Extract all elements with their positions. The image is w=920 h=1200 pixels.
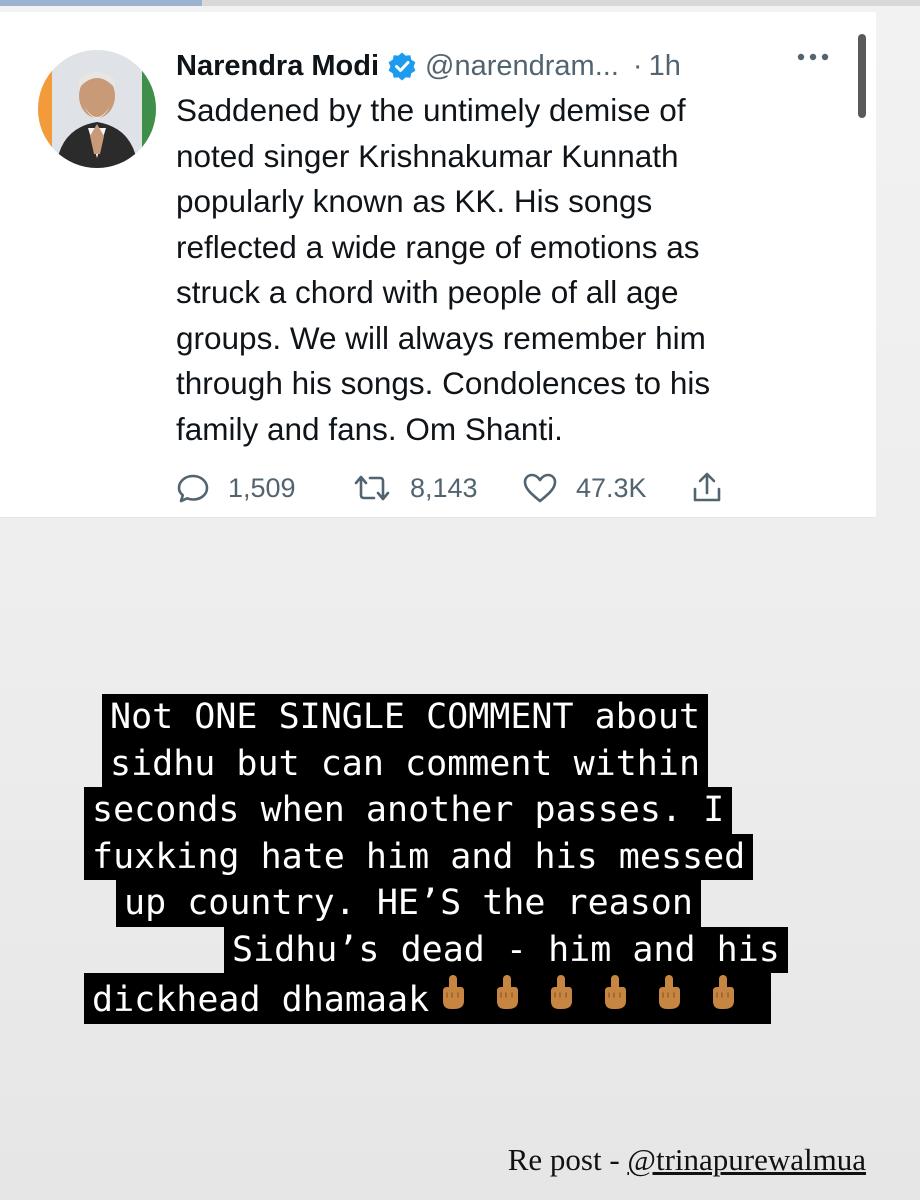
caption-line: dickhead dhamaak: [92, 980, 430, 1020]
middle-finger-emoji: [713, 975, 735, 1009]
like-button[interactable]: 47.3K: [522, 466, 647, 510]
tweet-card[interactable]: Narendra Modi @narendram... · 1h Saddene…: [0, 12, 876, 518]
caption-line: up country. HE’S the reason: [116, 880, 701, 927]
reply-icon: [177, 474, 209, 503]
author-handle[interactable]: @narendram...: [425, 50, 619, 83]
scrollbar-thumb[interactable]: [858, 34, 866, 118]
tweet-text-line: family and fans. Om Shanti.: [176, 410, 563, 447]
repost-handle-link[interactable]: @trinapurewalmua: [627, 1142, 866, 1177]
emoji-row: [439, 973, 763, 1011]
caption-line: Not ONE SINGLE COMMENT about: [102, 694, 709, 741]
reply-count: 1,509: [228, 472, 296, 503]
verified-badge-icon: [387, 51, 417, 81]
tweet-text-line: struck a chord with people of all age: [176, 274, 679, 310]
middle-finger-emoji: [659, 975, 681, 1009]
author-name[interactable]: Narendra Modi: [176, 50, 379, 83]
tweet-time[interactable]: 1h: [649, 50, 681, 83]
tweet-text-line: groups. We will always remember him: [176, 319, 706, 356]
caption-line: seconds when another passes. I: [84, 787, 733, 834]
story-progress-bar: [0, 0, 920, 6]
tweet-text-line: reflected a wide range of emotions as: [176, 228, 700, 265]
avatar[interactable]: [38, 50, 156, 168]
tweet-text-line: Saddened by the untimely demise of: [176, 92, 686, 128]
tweet-text-line: noted singer Krishnakumar Kunnath: [176, 137, 679, 174]
like-icon: [523, 473, 557, 503]
separator-dot: ·: [632, 49, 643, 82]
caption-line-last: dickhead dhamaak: [84, 973, 772, 1024]
share-icon: [693, 472, 721, 502]
more-icon[interactable]: [796, 50, 830, 62]
tweet-text: Saddened by the untimely demise of noted…: [176, 88, 826, 452]
caption-line: Sidhu’s dead - him and his: [224, 926, 788, 973]
middle-finger-emoji: [551, 975, 573, 1009]
tweet-text-line: popularly known as KK. His songs: [176, 183, 653, 219]
repost-credit: Re post - @trinapurewalmua: [508, 1142, 866, 1178]
caption-line: sidhu but can comment within: [102, 740, 709, 787]
reply-button[interactable]: 1,509: [176, 466, 296, 510]
middle-finger-emoji: [605, 975, 627, 1009]
retweet-icon: [354, 475, 390, 501]
like-count: 47.3K: [576, 472, 647, 503]
caption-line: fuxking hate him and his messed: [84, 833, 754, 880]
repost-prefix: Re post -: [507, 1142, 628, 1177]
middle-finger-emoji: [497, 975, 519, 1009]
tweet-actions: 1,509 8,143 47.3K: [176, 466, 776, 510]
story-caption: Not ONE SINGLE COMMENT about sidhu but c…: [84, 694, 844, 1024]
tweet-header: Narendra Modi @narendram... · 1h: [176, 42, 866, 90]
retweet-count: 8,143: [410, 472, 478, 503]
retweet-button[interactable]: 8,143: [352, 466, 478, 510]
middle-finger-emoji: [443, 975, 465, 1009]
tweet-text-line: through his songs. Condolences to his: [176, 365, 711, 401]
share-button[interactable]: [690, 466, 724, 510]
story-progress-fill: [0, 0, 203, 6]
